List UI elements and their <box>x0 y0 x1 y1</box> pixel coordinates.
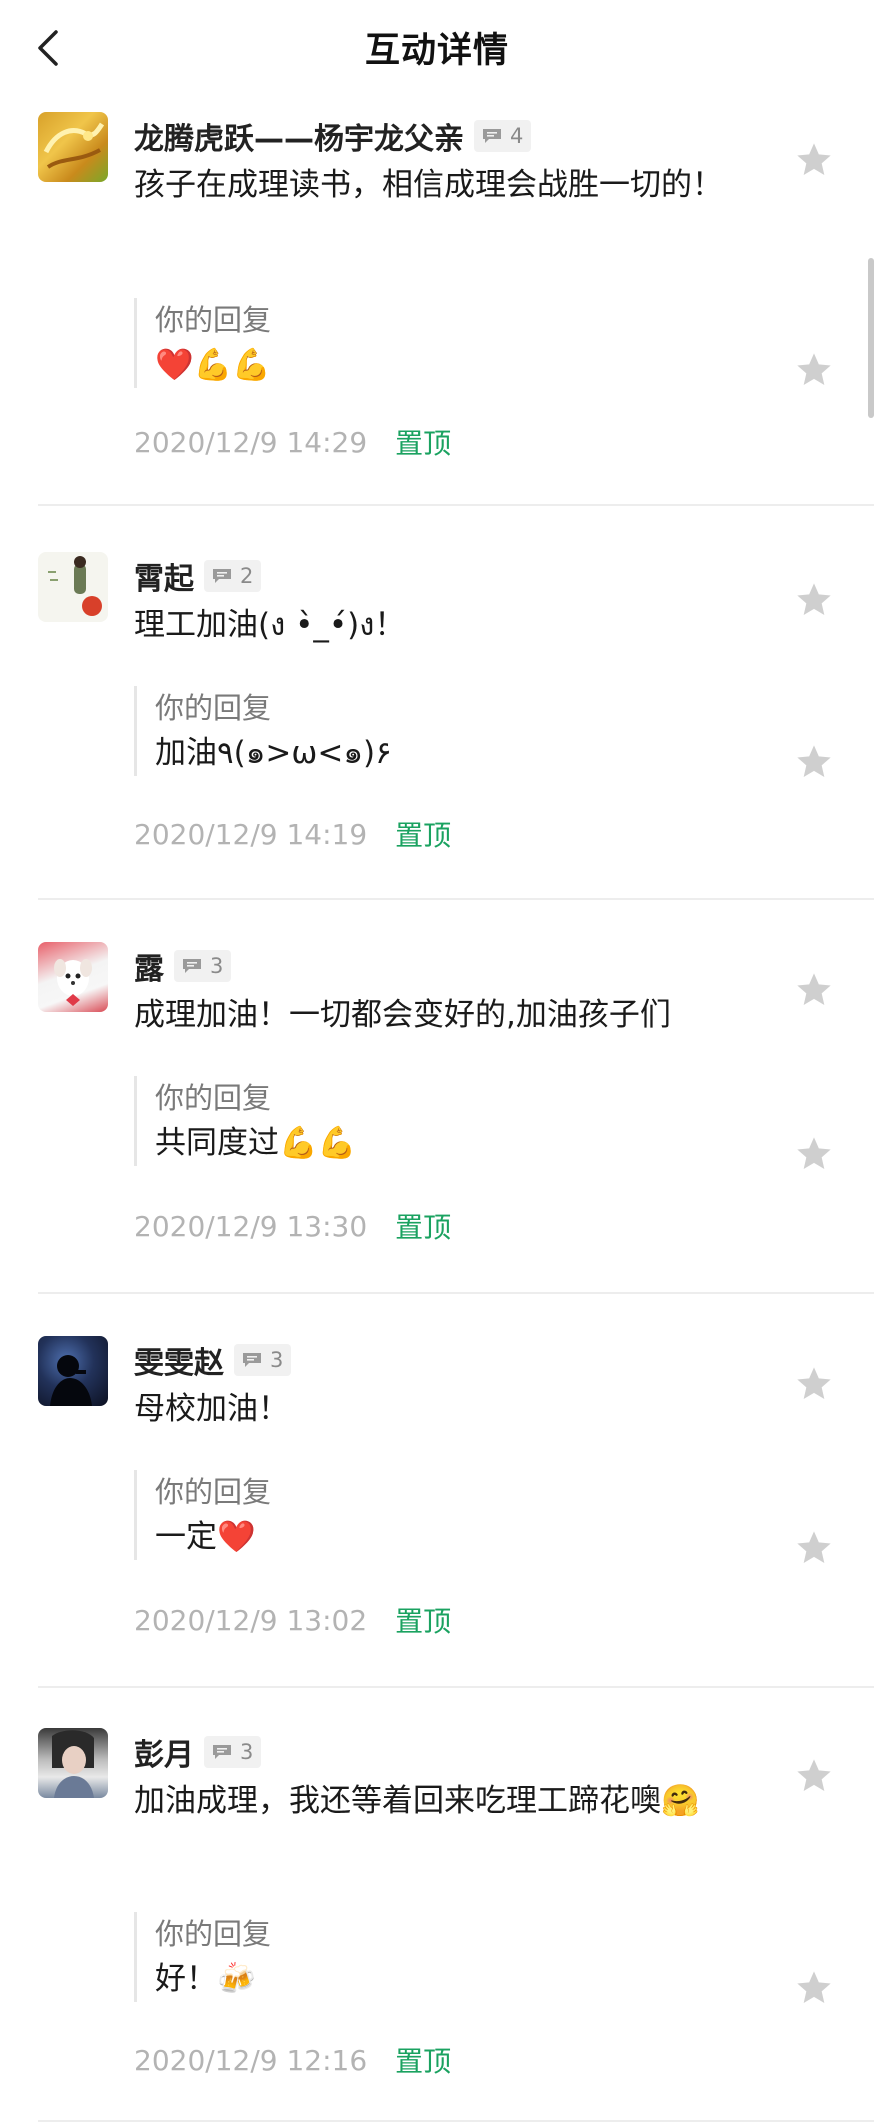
comment-bubble-icon <box>243 1353 261 1367</box>
reply-label: 你的回复 <box>155 1475 272 1509</box>
my-reply: 你的回复 ❤️💪💪 <box>134 298 715 388</box>
user-name[interactable]: 雯雯赵 <box>134 1338 224 1382</box>
reply-count: 3 <box>240 1740 254 1764</box>
reply-count: 2 <box>240 564 254 588</box>
user-name[interactable]: 龙腾虎跃——杨宇龙父亲 <box>134 114 464 158</box>
divider <box>38 1292 874 1294</box>
reply-text: 加油٩(๑>ω<๑)۶ <box>155 735 392 771</box>
pin-button[interactable]: 置顶 <box>395 2040 451 2080</box>
reply-count: 3 <box>270 1348 284 1372</box>
reply-count-badge[interactable]: 3 <box>204 1736 262 1768</box>
top-bar: 互动详情 <box>0 0 874 96</box>
star-icon-reply[interactable] <box>794 1968 834 2008</box>
reply-text: 一定❤️ <box>155 1519 256 1555</box>
reply-count: 3 <box>210 954 224 978</box>
reply-text: 共同度过💪💪 <box>155 1125 357 1161</box>
dragon-avatar-icon <box>43 122 105 169</box>
star-icon-comment[interactable] <box>794 140 834 180</box>
divider <box>38 898 874 900</box>
comment-bubble-icon <box>213 569 231 583</box>
timestamp: 2020/12/9 14:29 <box>134 425 368 459</box>
timestamp: 2020/12/9 13:30 <box>134 1209 368 1243</box>
comment-text: 理工加油(ง •̀_•́)ง！ <box>134 607 406 643</box>
reply-count-badge[interactable]: 3 <box>174 950 232 982</box>
reply-count-badge[interactable]: 2 <box>204 560 262 592</box>
pin-button[interactable]: 置顶 <box>395 422 451 462</box>
reply-text: ❤️💪💪 <box>155 347 271 383</box>
avatar[interactable] <box>38 112 108 182</box>
my-reply: 你的回复 好！🍻 <box>134 1912 715 2002</box>
comment-item: 霄起 2 理工加油(ง •̀_•́)ง！ 你的回复 加油٩(๑>ω<๑)۶ 20… <box>0 552 874 892</box>
star-icon-comment[interactable] <box>794 1756 834 1796</box>
reply-count-badge[interactable]: 3 <box>234 1344 292 1376</box>
star-icon-reply[interactable] <box>794 1528 834 1568</box>
comment-bubble-icon <box>483 129 501 143</box>
comment-text: 母校加油！ <box>134 1391 289 1427</box>
avatar[interactable] <box>38 1728 108 1798</box>
star-icon-reply[interactable] <box>794 350 834 390</box>
comment-text: 孩子在成理读书，相信成理会战胜一切的！ <box>134 167 723 203</box>
child-avatar-icon <box>48 556 102 616</box>
comment-text: 加油成理，我还等着回来吃理工蹄花噢🤗 <box>134 1783 700 1819</box>
star-icon-comment[interactable] <box>794 970 834 1010</box>
my-reply: 你的回复 一定❤️ <box>134 1470 715 1560</box>
avatar[interactable] <box>38 1336 108 1406</box>
comment-item: 露 3 成理加油！一切都会变好的,加油孩子们 你的回复 共同度过💪💪 2020/… <box>0 942 874 1282</box>
comment-item: 彭月 3 加油成理，我还等着回来吃理工蹄花噢🤗 你的回复 好！🍻 2020/12… <box>0 1728 874 2118</box>
comment-bubble-icon <box>183 959 201 973</box>
avatar[interactable] <box>38 552 108 622</box>
divider <box>38 2120 874 2122</box>
user-name[interactable]: 霄起 <box>134 554 194 598</box>
girl-avatar-icon <box>52 1730 94 1798</box>
comment-text: 成理加油！一切都会变好的,加油孩子们 <box>134 997 671 1033</box>
timestamp: 2020/12/9 14:19 <box>134 817 368 851</box>
star-icon-reply[interactable] <box>794 1134 834 1174</box>
reply-label: 你的回复 <box>155 303 272 337</box>
pin-button[interactable]: 置顶 <box>395 1206 451 1246</box>
comment-bubble-icon <box>213 1745 231 1759</box>
my-reply: 你的回复 共同度过💪💪 <box>134 1076 715 1166</box>
reply-label: 你的回复 <box>155 1917 272 1951</box>
reply-count-badge[interactable]: 4 <box>474 120 532 152</box>
star-icon-reply[interactable] <box>794 742 834 782</box>
reply-label: 你的回复 <box>155 691 272 725</box>
dog-avatar-icon <box>54 959 92 1006</box>
timestamp: 2020/12/9 12:16 <box>134 2043 368 2077</box>
silhouette-avatar-icon <box>50 1355 92 1406</box>
page-title: 互动详情 <box>364 31 509 71</box>
divider <box>38 504 874 506</box>
reply-count: 4 <box>510 124 524 148</box>
user-name[interactable]: 彭月 <box>134 1730 194 1774</box>
reply-label: 你的回复 <box>155 1081 272 1115</box>
reply-text: 好！🍻 <box>155 1961 256 1997</box>
pin-button[interactable]: 置顶 <box>395 1600 451 1640</box>
user-name[interactable]: 露 <box>134 944 164 988</box>
timestamp: 2020/12/9 13:02 <box>134 1603 368 1637</box>
star-icon-comment[interactable] <box>794 1364 834 1404</box>
my-reply: 你的回复 加油٩(๑>ω<๑)۶ <box>134 686 715 776</box>
comment-item: 雯雯赵 3 母校加油！ 你的回复 一定❤️ 2020/12/9 13:02 置顶 <box>0 1336 874 1676</box>
star-icon-comment[interactable] <box>794 580 834 620</box>
divider <box>38 1686 874 1688</box>
pin-button[interactable]: 置顶 <box>395 814 451 854</box>
avatar[interactable] <box>38 942 108 1012</box>
comment-item: 龙腾虎跃——杨宇龙父亲 4 孩子在成理读书，相信成理会战胜一切的！ 你的回复 ❤… <box>0 112 874 502</box>
